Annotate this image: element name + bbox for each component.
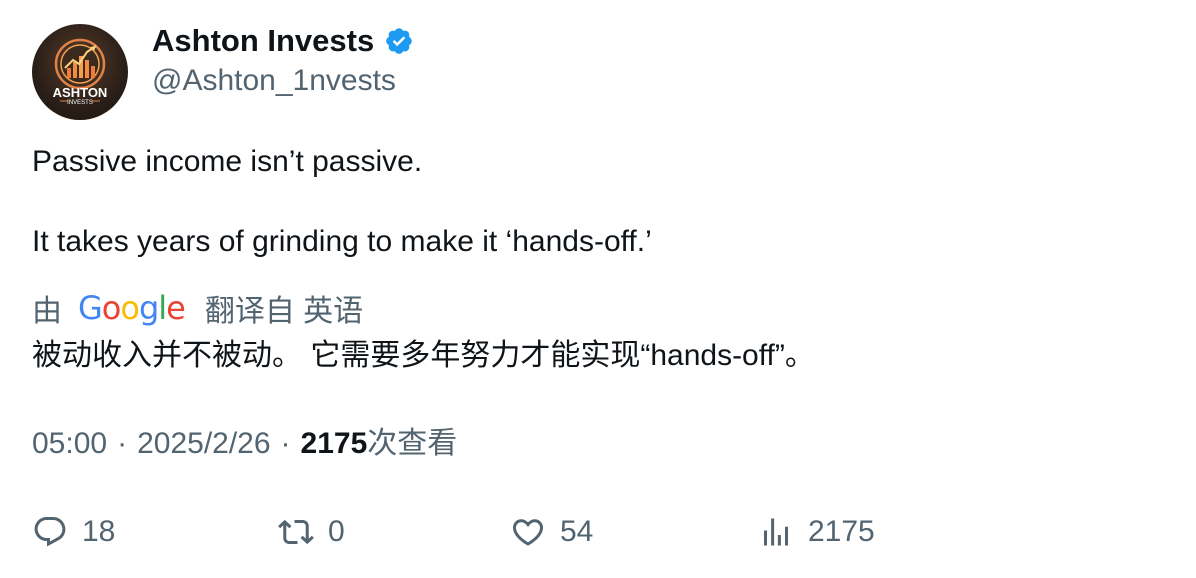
ashton-invests-logo: ASHTON INVESTS <box>53 38 108 106</box>
tweet-date[interactable]: 2025/2/26 <box>137 424 270 464</box>
google-logo: Google <box>78 289 186 327</box>
author-handle[interactable]: @Ashton_1nvests <box>152 62 396 100</box>
heart-icon <box>512 519 544 546</box>
avatar[interactable]: ASHTON INVESTS <box>32 24 128 120</box>
reply-count: 18 <box>82 515 116 548</box>
views-label: 次查看 <box>367 427 458 460</box>
translated-from-label: 翻译自 英语 <box>204 295 364 328</box>
like-count: 54 <box>560 515 594 548</box>
views-button[interactable]: 2175 <box>758 508 875 556</box>
svg-text:ASHTON: ASHTON <box>53 85 108 100</box>
like-button[interactable]: 54 <box>510 508 593 556</box>
views-action-count: 2175 <box>808 515 875 548</box>
tweet-text-line-2: It takes years of grinding to make it ‘h… <box>32 225 652 258</box>
tweet-meta: 05:00 · 2025/2/26 · 2175 次查看 <box>32 424 457 464</box>
reply-icon <box>34 517 66 547</box>
bar-chart-icon <box>764 518 788 546</box>
retweet-count: 0 <box>328 515 345 548</box>
tweet-time[interactable]: 05:00 <box>32 424 107 464</box>
translated-by-label: 由 <box>32 295 62 328</box>
reply-button[interactable]: 18 <box>32 508 115 556</box>
svg-text:INVESTS: INVESTS <box>67 100 93 106</box>
translated-tweet-text: 被动收入并不被动。 它需要多年努力才能实现“hands-off”。 <box>32 339 815 372</box>
verified-badge-icon <box>386 28 413 54</box>
views-count: 2175 <box>300 427 368 460</box>
tweet-actions: 18 0 54 2175 <box>32 508 932 556</box>
meta-separator: · <box>280 427 291 460</box>
tweet-text-line-1: Passive income isn’t passive. <box>32 145 423 178</box>
author-display-name[interactable]: Ashton Invests <box>152 22 414 60</box>
meta-separator: · <box>117 427 128 460</box>
display-name-text: Ashton Invests <box>152 23 375 58</box>
retweet-button[interactable]: 0 <box>278 508 345 556</box>
retweet-icon <box>278 519 314 545</box>
translation-attribution[interactable]: 由 Google 翻译自 英语 <box>32 286 363 330</box>
